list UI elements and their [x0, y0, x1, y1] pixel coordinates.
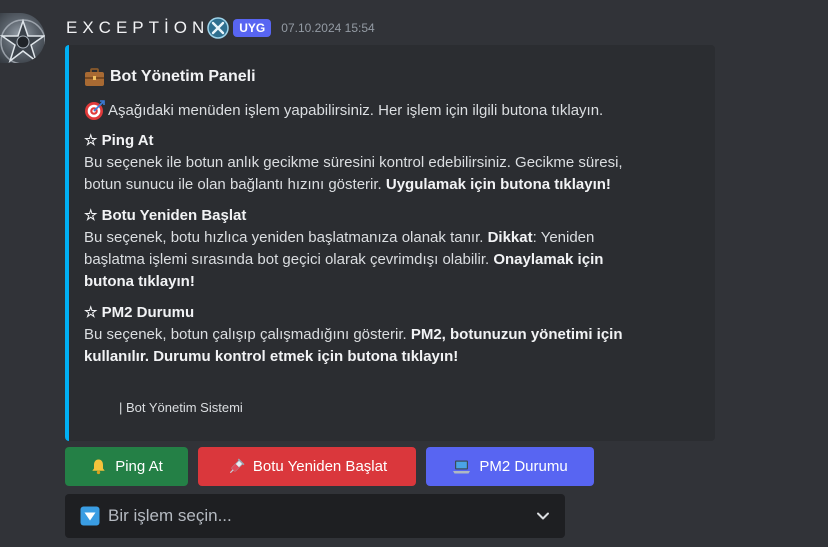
arrow-down-box-icon [80, 506, 100, 526]
field-name: ☆ PM2 Durumu [84, 304, 195, 321]
embed-field-ping: ☆ Ping At Bu seçenek ile botun anlık gec… [84, 130, 701, 196]
syringe-icon [227, 458, 245, 476]
timestamp: 07.10.2024 15:54 [281, 21, 375, 35]
bell-icon [90, 458, 107, 475]
embed-title-text: Bot Yönetim Paneli [110, 68, 256, 85]
embed: Bot Yönetim Paneli Aşağıdaki menüden işl… [65, 45, 715, 441]
embed-description: Aşağıdaki menüden işlem yapabilirsiniz. … [84, 100, 701, 121]
select-placeholder: Bir işlem seçin... [108, 506, 232, 525]
ping-button[interactable]: Ping At [65, 447, 188, 486]
message-header: EXCEPTİON UYG 07.10.2024 15:54 [66, 14, 375, 42]
field-value: Bu seçenek ile botun anlık gecikme süres… [84, 154, 623, 193]
tools-badge-icon [207, 17, 229, 39]
embed-field-restart: ☆ Botu Yeniden Başlat Bu seçenek, botu h… [84, 205, 701, 293]
embed-field-pm2: ☆ PM2 Durumu Bu seçenek, botun çalışıp ç… [84, 302, 701, 368]
embed-accent-bar [65, 45, 69, 441]
star-emblem-icon [0, 18, 45, 63]
action-select[interactable]: Bir işlem seçin... [65, 494, 565, 538]
field-value: Bu seçenek, botu hızlıca yeniden başlatm… [84, 229, 604, 290]
field-name: ☆ Botu Yeniden Başlat [84, 207, 247, 224]
target-icon [84, 100, 105, 121]
embed-description-text: Aşağıdaki menüden işlem yapabilirsiniz. … [108, 102, 604, 119]
field-value: Bu seçenek, botun çalışıp çalışmadığını … [84, 326, 623, 365]
embed-footer: | Bot Yönetim Sistemi [119, 400, 243, 415]
field-name: ☆ Ping At [84, 132, 154, 149]
app-tag: UYG [233, 19, 272, 37]
embed-title: Bot Yönetim Paneli [84, 65, 701, 89]
username[interactable]: EXCEPTİON [66, 18, 209, 38]
laptop-icon [452, 459, 471, 475]
restart-bot-button[interactable]: Botu Yeniden Başlat [198, 447, 416, 486]
chevron-down-icon[interactable] [535, 508, 551, 524]
avatar[interactable] [0, 13, 45, 63]
pm2-status-button[interactable]: PM2 Durumu [426, 447, 594, 486]
briefcase-icon [84, 67, 105, 87]
